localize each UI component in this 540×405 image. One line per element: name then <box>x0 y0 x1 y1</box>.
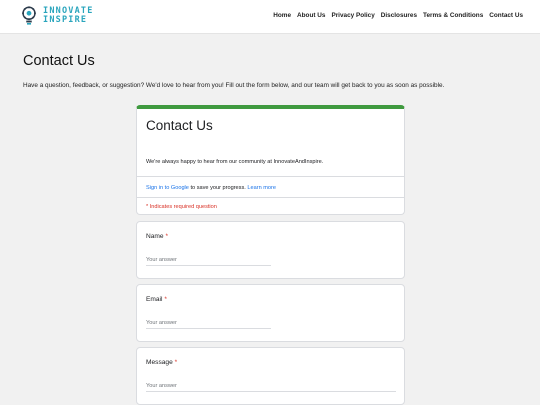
brand-wordmark: INNOVATE INSPIRE <box>43 7 94 25</box>
name-input[interactable] <box>146 255 271 266</box>
question-card-email: Email * <box>136 284 405 342</box>
nav-terms-conditions[interactable]: Terms & Conditions <box>423 12 483 19</box>
question-label-text: Email <box>146 296 163 303</box>
lightbulb-gear-icon <box>22 6 36 25</box>
main-nav: Home About Us Privacy Policy Disclosures… <box>273 12 523 19</box>
form-title: Contact Us <box>146 118 213 133</box>
form-header-card: Contact Us We're always happy to hear fr… <box>136 105 405 215</box>
question-card-name: Name * <box>136 221 405 279</box>
form-description: We're always happy to hear from our comm… <box>146 159 324 165</box>
site-logo[interactable]: INNOVATE INSPIRE <box>18 5 94 27</box>
site-header: INNOVATE INSPIRE Home About Us Privacy P… <box>0 0 540 34</box>
question-label-text: Name <box>146 233 164 240</box>
page-title: Contact Us <box>23 53 95 69</box>
page-intro: Have a question, feedback, or suggestion… <box>23 82 445 89</box>
signin-notice: Sign in to Google to save your progress.… <box>146 185 276 191</box>
required-star: * <box>174 359 178 366</box>
email-input[interactable] <box>146 318 271 329</box>
question-label-text: Message <box>146 359 173 366</box>
question-label: Email * <box>146 296 167 303</box>
signin-link[interactable]: Sign in to Google <box>146 185 189 191</box>
brand-line-2: INSPIRE <box>43 15 88 25</box>
required-note: * Indicates required question <box>146 204 217 210</box>
required-star: * <box>164 296 167 303</box>
divider <box>137 176 404 177</box>
signin-text: to save your progress. <box>188 185 248 191</box>
nav-privacy-policy[interactable]: Privacy Policy <box>331 12 374 19</box>
nav-disclosures[interactable]: Disclosures <box>381 12 417 19</box>
message-input[interactable] <box>146 381 396 392</box>
nav-home[interactable]: Home <box>273 12 291 19</box>
nav-about-us[interactable]: About Us <box>297 12 325 19</box>
nav-contact-us[interactable]: Contact Us <box>489 12 523 19</box>
learn-more-link[interactable]: Learn more <box>247 185 276 191</box>
divider <box>137 197 404 198</box>
question-label: Name * <box>146 233 168 240</box>
question-card-message: Message * <box>136 347 405 405</box>
required-star: * <box>165 233 169 240</box>
question-label: Message * <box>146 359 177 366</box>
